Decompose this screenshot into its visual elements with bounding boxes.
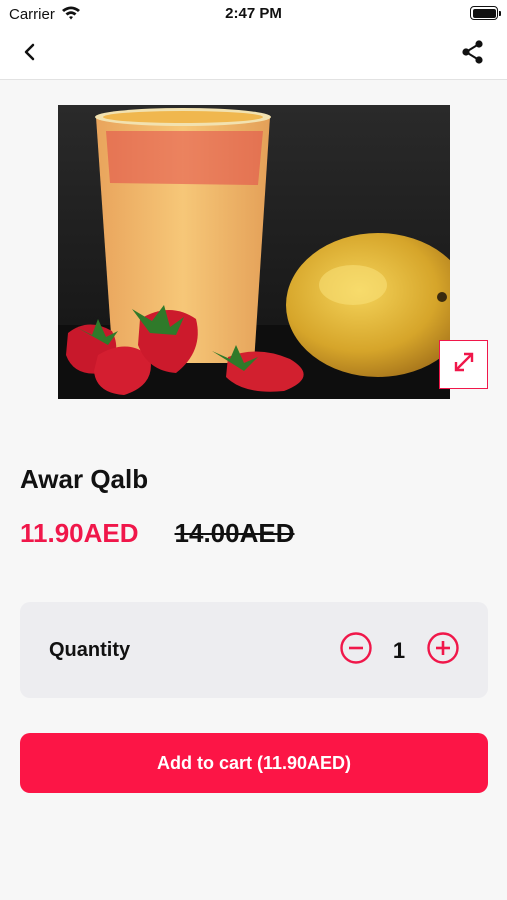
share-button[interactable] bbox=[457, 38, 489, 70]
minus-circle-icon bbox=[339, 631, 373, 670]
quantity-label: Quantity bbox=[49, 639, 131, 661]
share-icon bbox=[460, 39, 486, 70]
decrease-quantity-button[interactable] bbox=[339, 631, 373, 670]
navigation-bar bbox=[0, 28, 507, 80]
quantity-card: Quantity 1 bbox=[20, 602, 488, 698]
battery-icon bbox=[470, 6, 501, 20]
price-row: 11.90AED 14.00AED bbox=[20, 518, 295, 549]
status-time: 2:47 PM bbox=[225, 5, 282, 22]
expand-icon bbox=[451, 349, 477, 380]
back-button[interactable] bbox=[14, 38, 46, 70]
chevron-left-icon bbox=[23, 43, 37, 66]
product-image bbox=[58, 105, 450, 399]
add-to-cart-label: Add to cart (11.90AED) bbox=[156, 752, 352, 773]
price-original: 14.00AED bbox=[174, 518, 295, 548]
increase-quantity-button[interactable] bbox=[426, 631, 460, 670]
quantity-value: 1 bbox=[392, 638, 406, 663]
price-current: 11.90AED bbox=[20, 518, 139, 548]
product-name: Awar Qalb bbox=[20, 464, 149, 494]
plus-circle-icon bbox=[426, 631, 460, 670]
add-to-cart-button[interactable]: Add to cart (11.90AED) bbox=[20, 733, 488, 793]
expand-image-button[interactable] bbox=[439, 340, 488, 389]
status-bar: Carrier 2:47 PM bbox=[0, 0, 507, 28]
